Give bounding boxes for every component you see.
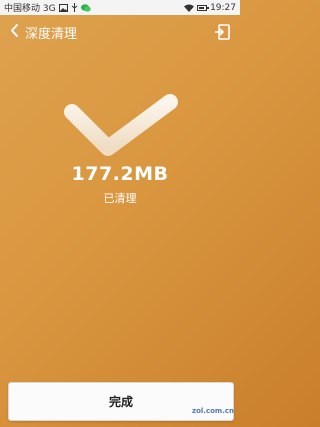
- page-title: 深度清理: [25, 26, 78, 42]
- clock: 19:27: [210, 2, 236, 13]
- done-button[interactable]: 完成: [8, 382, 234, 421]
- cleaned-caption: 已清理: [103, 192, 137, 205]
- status-right: 19:27: [184, 3, 236, 13]
- wechat-icon: [80, 3, 91, 12]
- status-bar: 中国移动 3G 19:27: [0, 0, 240, 15]
- battery-icon: [197, 4, 210, 11]
- status-left: 中国移动 3G: [4, 1, 91, 14]
- watermark-logo: zol.com.cn: [192, 407, 234, 415]
- wifi-icon: [184, 4, 195, 12]
- header-bar: 深度清理: [0, 15, 240, 49]
- success-check-icon: [62, 92, 180, 160]
- usb-icon: [71, 3, 77, 12]
- cleaned-amount: 177.2MB: [71, 163, 169, 185]
- image-icon: [58, 3, 68, 12]
- chevron-left-icon: [11, 24, 18, 37]
- carrier-text: 中国移动 3G: [4, 4, 56, 14]
- shortcut-icon[interactable]: [214, 24, 230, 40]
- back-button[interactable]: [10, 24, 19, 40]
